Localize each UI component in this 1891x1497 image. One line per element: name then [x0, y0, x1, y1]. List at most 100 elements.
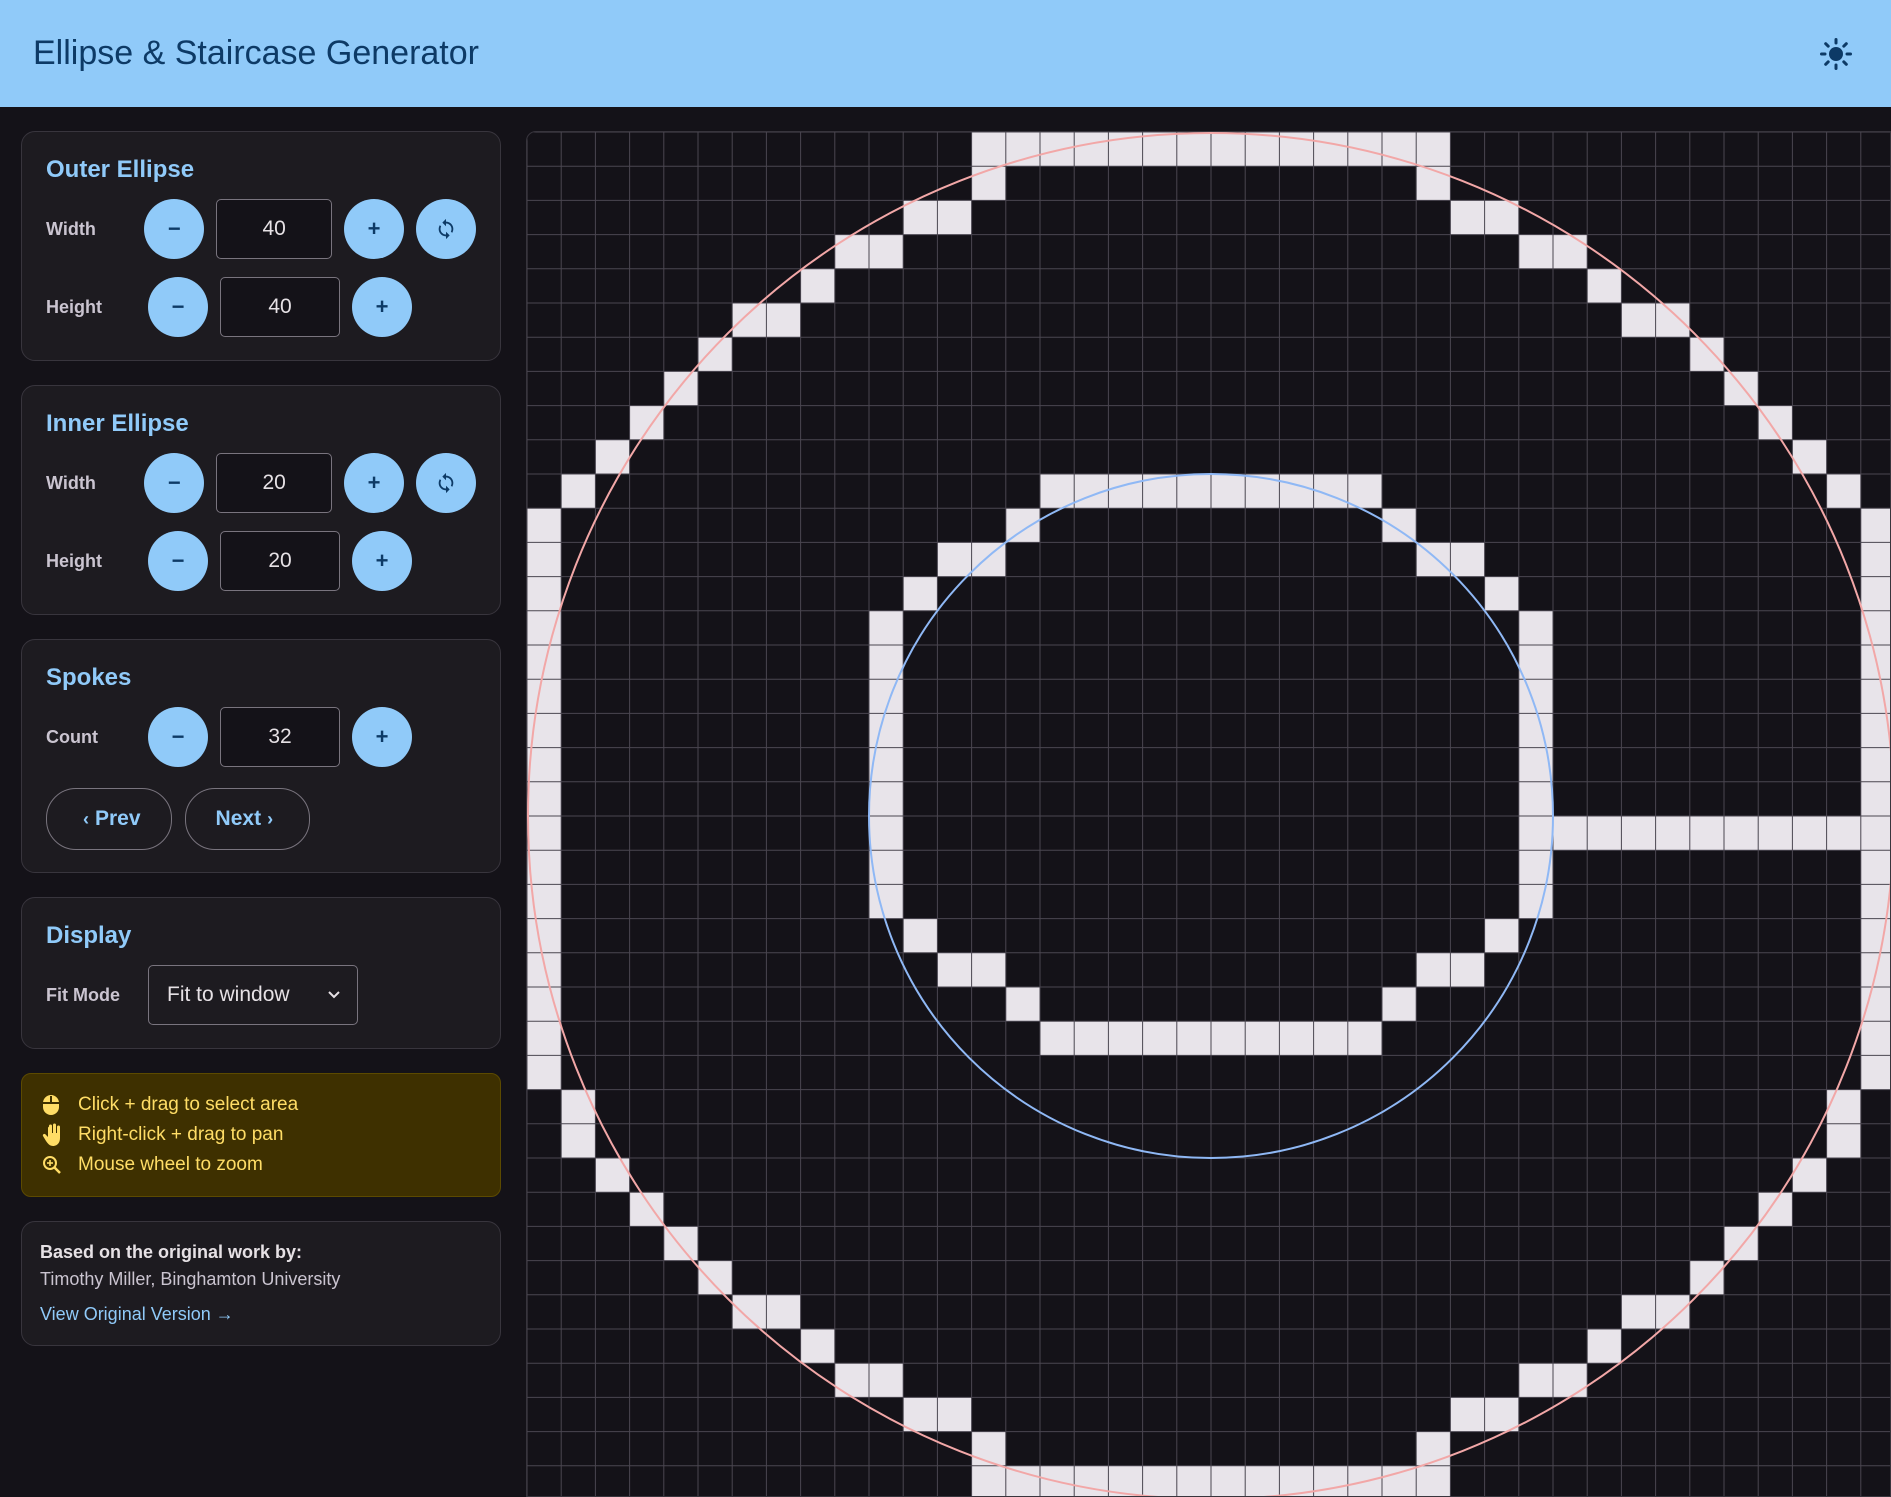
display-card: Display Fit Mode Fit to window — [21, 897, 501, 1049]
inner-width-input[interactable]: 20 — [216, 453, 332, 513]
outer-ellipse-cell — [1005, 132, 1040, 167]
outer-ellipse-cell — [1484, 200, 1519, 235]
inner-ellipse-cell — [937, 542, 972, 577]
prev-button[interactable]: ‹ Prev — [46, 788, 172, 850]
outer-ellipse-cell — [766, 303, 801, 338]
outer-ellipse-cell — [1758, 405, 1793, 440]
inner-ellipse-cell — [1142, 1021, 1177, 1056]
inner-ellipse-cell — [903, 918, 938, 953]
inner-ellipse-cell — [971, 952, 1006, 987]
control-sidebar: Outer Ellipse Width − 40 + Height − 40 +… — [21, 131, 501, 1370]
outer-width-decrement-button[interactable]: − — [144, 199, 205, 259]
outer-ellipse-cell — [1416, 132, 1451, 167]
next-button[interactable]: Next › — [184, 788, 311, 850]
spoke-cell — [1689, 816, 1724, 851]
sync-icon — [438, 472, 454, 494]
outer-ellipse-cell — [561, 474, 596, 509]
hand-icon — [42, 1123, 78, 1147]
outer-ellipse-cell — [527, 987, 562, 1022]
outer-ellipse-cell — [971, 1465, 1006, 1496]
outer-ellipse-cell — [971, 132, 1006, 167]
outer-width-increment-button[interactable]: + — [344, 199, 404, 259]
outer-ellipse-cell — [527, 610, 562, 645]
outer-ellipse-cell — [1860, 987, 1890, 1022]
outer-ellipse-cell — [1860, 542, 1890, 577]
inner-link-toggle-button[interactable] — [416, 453, 476, 513]
outer-ellipse-cell — [527, 781, 562, 816]
outer-height-input[interactable]: 40 — [220, 277, 340, 337]
inner-ellipse-cell — [1518, 781, 1553, 816]
spokes-card: Spokes Count − 32 + ‹ Prev Next › — [21, 639, 501, 873]
outer-link-toggle-button[interactable] — [416, 199, 476, 259]
outer-ellipse-cell — [869, 1363, 904, 1398]
display-title: Display — [46, 922, 132, 949]
inner-ellipse-cell — [1108, 1021, 1143, 1056]
inner-ellipse-cell — [1040, 474, 1075, 509]
outer-ellipse-cell — [1860, 508, 1890, 543]
outer-ellipse-cell — [1313, 1465, 1348, 1496]
inner-ellipse-cell — [869, 781, 904, 816]
outer-ellipse-cell — [1655, 1294, 1690, 1329]
outer-ellipse-cell — [834, 234, 869, 269]
pixel-grid[interactable] — [527, 132, 1891, 1497]
outer-ellipse-cell — [527, 747, 562, 782]
outer-height-decrement-button[interactable]: − — [148, 277, 208, 337]
inner-ellipse-cell — [869, 884, 904, 919]
inner-ellipse-cell — [1005, 508, 1040, 543]
inner-ellipse-cell — [869, 713, 904, 748]
inner-ellipse-card: Inner Ellipse Width − 20 + Height − 20 + — [21, 385, 501, 615]
outer-ellipse-cell — [1553, 1363, 1588, 1398]
inner-ellipse-cell — [1313, 1021, 1348, 1056]
outer-ellipse-cell — [1587, 268, 1622, 303]
theme-toggle-button[interactable] — [1814, 32, 1858, 76]
outer-ellipse-cell — [800, 268, 835, 303]
inner-height-decrement-button[interactable]: − — [148, 531, 208, 591]
outer-ellipse-cell — [1416, 166, 1451, 201]
inner-ellipse-cell — [1211, 1021, 1246, 1056]
spoke-cell — [1553, 816, 1588, 851]
outer-ellipse-cell — [527, 542, 562, 577]
inner-width-increment-button[interactable]: + — [344, 453, 404, 513]
outer-ellipse-title: Outer Ellipse — [46, 156, 195, 183]
outer-ellipse-cell — [629, 405, 664, 440]
inner-height-label: Height — [46, 550, 102, 571]
spokes-count-input[interactable]: 32 — [220, 707, 340, 767]
outer-ellipse-cell — [1860, 918, 1890, 953]
pixel-grid-canvas[interactable] — [526, 131, 1891, 1497]
outer-ellipse-cell — [527, 645, 562, 680]
outer-ellipse-cell — [732, 303, 767, 338]
inner-height-increment-button[interactable]: + — [352, 531, 412, 591]
help-pan-text: Right-click + drag to pan — [78, 1124, 284, 1145]
fit-mode-select[interactable]: Fit to window — [148, 965, 358, 1025]
outer-ellipse-cell — [1450, 1397, 1485, 1432]
help-zoom-text: Mouse wheel to zoom — [78, 1154, 263, 1175]
outer-ellipse-cell — [1416, 1431, 1451, 1466]
inner-ellipse-cell — [1518, 610, 1553, 645]
inner-ellipse-cell — [1279, 474, 1314, 509]
outer-ellipse-cell — [1211, 1465, 1246, 1496]
outer-height-increment-button[interactable]: + — [352, 277, 412, 337]
outer-width-input[interactable]: 40 — [216, 199, 332, 259]
outer-ellipse-cell — [1450, 200, 1485, 235]
fit-mode-value: Fit to window — [167, 983, 290, 1006]
outer-ellipse-cell — [527, 508, 562, 543]
outer-ellipse-cell — [1176, 1465, 1211, 1496]
inner-ellipse-cell — [1347, 1021, 1382, 1056]
outer-ellipse-cell — [1245, 132, 1280, 167]
view-original-link[interactable]: View Original Version → — [40, 1304, 482, 1325]
outer-width-label: Width — [46, 218, 96, 239]
inner-ellipse-cell — [1518, 713, 1553, 748]
outer-ellipse-cell — [971, 166, 1006, 201]
outer-ellipse-cell — [1313, 132, 1348, 167]
outer-ellipse-cell — [903, 200, 938, 235]
spokes-increment-button[interactable]: + — [352, 707, 412, 767]
inner-height-input[interactable]: 20 — [220, 531, 340, 591]
inner-width-decrement-button[interactable]: − — [144, 453, 205, 513]
inner-ellipse-cell — [1108, 474, 1143, 509]
outer-ellipse-card: Outer Ellipse Width − 40 + Height − 40 + — [21, 131, 501, 361]
outer-ellipse-cell — [1518, 234, 1553, 269]
inner-ellipse-cell — [1176, 474, 1211, 509]
outer-ellipse-cell — [1518, 1363, 1553, 1398]
outer-ellipse-cell — [1553, 234, 1588, 269]
spokes-decrement-button[interactable]: − — [148, 707, 208, 767]
